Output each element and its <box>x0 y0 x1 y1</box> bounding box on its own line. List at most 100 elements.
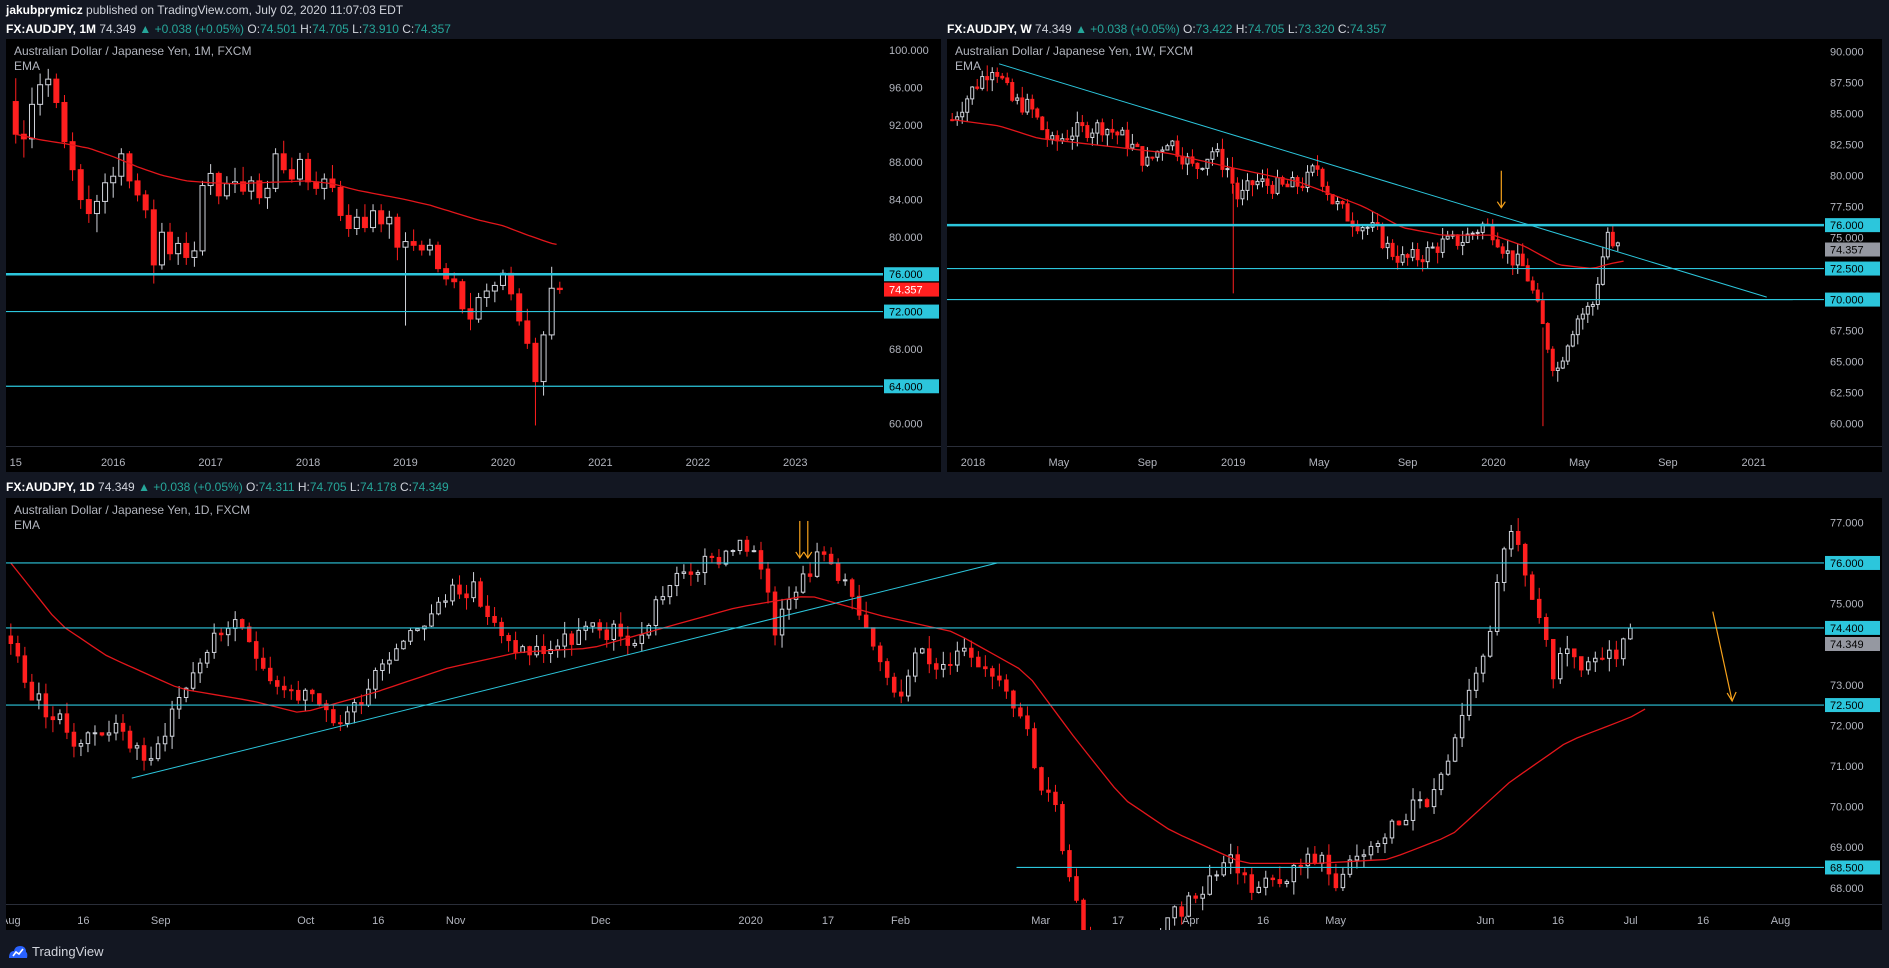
candle-body <box>934 663 939 670</box>
candle-body <box>1081 899 1086 930</box>
candle-body <box>1389 820 1395 839</box>
daily-chart[interactable]: 68.00069.00070.00071.00072.00073.00074.0… <box>6 498 1882 930</box>
publish-info: jakubprymicz published on TradingView.co… <box>0 0 1889 20</box>
author-name[interactable]: jakubprymicz <box>6 3 83 17</box>
weekly-chart[interactable]: 60.00062.50065.00067.50070.00072.50075.0… <box>947 39 1882 472</box>
brand-name[interactable]: TradingView <box>32 936 104 968</box>
y-tick-label: 68.000 <box>889 344 923 356</box>
candle-body <box>296 158 303 180</box>
candle-body <box>1095 122 1100 134</box>
x-tick-label: 16 <box>1552 915 1564 927</box>
candle-body <box>499 621 504 637</box>
monthly-chart[interactable]: 60.000 64.000 68.000 72.000 76.000 80.000 84.0… <box>6 39 941 472</box>
candle-body <box>870 627 876 647</box>
candle-body <box>288 169 295 180</box>
candle-body <box>1265 178 1270 186</box>
candle-body <box>1065 138 1070 141</box>
candle-body <box>401 640 406 650</box>
candle-body <box>1235 182 1240 200</box>
level-label: 72.000 <box>889 307 923 319</box>
candle-body <box>1312 853 1318 864</box>
x-tick-label: Sep <box>1398 457 1418 469</box>
candle-body <box>639 634 645 644</box>
monthly-change: ▲ +0.038 (+0.05%) <box>139 22 245 36</box>
candle-body <box>1263 877 1269 888</box>
candle-body <box>737 539 743 552</box>
candle-body <box>1333 873 1339 889</box>
daily-symbol[interactable]: FX:AUDJPY, 1D <box>6 480 95 494</box>
candle-body <box>289 689 294 692</box>
weekly-symbol[interactable]: FX:AUDJPY, W <box>947 22 1032 36</box>
candle-body <box>1300 185 1305 189</box>
x-tick-label: May <box>1309 457 1330 469</box>
candle-body <box>576 629 581 645</box>
candle-body <box>1395 255 1400 263</box>
candle-body <box>71 731 77 747</box>
candle-body <box>1515 530 1521 545</box>
y-tick-label: 75.000 <box>1830 599 1864 611</box>
candle-body <box>485 605 490 618</box>
x-tick-label: Nov <box>446 915 466 927</box>
candle-body <box>990 72 995 81</box>
candle-body <box>1260 178 1265 182</box>
candle-body <box>532 342 539 383</box>
monthly-symbol[interactable]: FX:AUDJPY, 1M <box>6 22 96 36</box>
candle-body <box>352 702 357 713</box>
candle-body <box>1165 145 1170 151</box>
candle-body <box>1018 707 1023 717</box>
monthly-low: 73.910 <box>362 22 399 36</box>
annotation-arrow <box>1712 611 1733 702</box>
candle-body <box>1495 239 1500 248</box>
candle-body <box>1490 224 1495 241</box>
candle-body <box>1590 304 1595 307</box>
monthly-chart-panel[interactable]: 60.000 64.000 68.000 72.000 76.000 80.000 84.0… <box>6 39 941 472</box>
candle-body <box>1255 180 1260 186</box>
level-label: 72.500 <box>1830 700 1864 712</box>
candle-body <box>1045 129 1050 140</box>
level-label: 70.000 <box>1830 295 1864 307</box>
daily-chart-panel[interactable]: 68.00069.00070.00071.00072.00073.00074.0… <box>6 498 1882 930</box>
candle-body <box>337 186 344 216</box>
candle-body <box>985 76 990 81</box>
weekly-chart-panel[interactable]: 60.00062.50065.00067.50070.00072.50075.0… <box>947 39 1882 472</box>
candle-body <box>1000 75 1005 79</box>
x-tick-label: 2021 <box>588 457 612 469</box>
candle-body <box>338 722 343 725</box>
chart-title: Australian Dollar / Japanese Yen, 1D, FX… <box>14 503 250 517</box>
last-price-label: 74.349 <box>1830 639 1864 651</box>
y-tick-label: 68.000 <box>1830 883 1864 895</box>
candle-body <box>997 675 1002 681</box>
weekly-open: 73.422 <box>1195 22 1233 36</box>
candle-body <box>305 158 312 183</box>
candle-body <box>53 78 60 103</box>
candle-body <box>1585 305 1590 315</box>
monthly-header: FX:AUDJPY, 1M 74.349 ▲ +0.038 (+0.05%) O… <box>6 22 451 36</box>
candle-body <box>1221 862 1226 876</box>
tradingview-logo-icon[interactable] <box>8 945 28 959</box>
y-tick-label: 73.000 <box>1830 680 1864 692</box>
candle-body <box>1335 201 1340 205</box>
candle-body <box>1110 128 1115 133</box>
candle-body <box>1520 253 1525 267</box>
candle-body <box>969 647 974 658</box>
candle-body <box>660 596 666 601</box>
candle-body <box>1120 129 1125 136</box>
last-price-label: 74.357 <box>1830 245 1864 257</box>
candle-body <box>1340 201 1345 205</box>
x-tick-label: Jul <box>1624 915 1638 927</box>
candle-body <box>1382 837 1388 845</box>
candle-body <box>1466 689 1472 716</box>
x-tick-label: 16 <box>372 915 384 927</box>
candle-body <box>948 663 953 666</box>
candle-body <box>1310 165 1315 173</box>
candle-body <box>93 200 100 215</box>
y-tick-label: 100.000 <box>889 45 929 57</box>
x-tick-label: 2022 <box>686 457 710 469</box>
daily-change: ▲ +0.038 (+0.05%) <box>138 480 243 494</box>
y-tick-label: 80.000 <box>1830 170 1864 182</box>
y-tick-label: 80.000 <box>889 232 923 244</box>
candle-body <box>1570 334 1575 347</box>
candle-body <box>1090 132 1095 139</box>
candle-body <box>435 244 442 270</box>
candle-body <box>1445 760 1451 775</box>
